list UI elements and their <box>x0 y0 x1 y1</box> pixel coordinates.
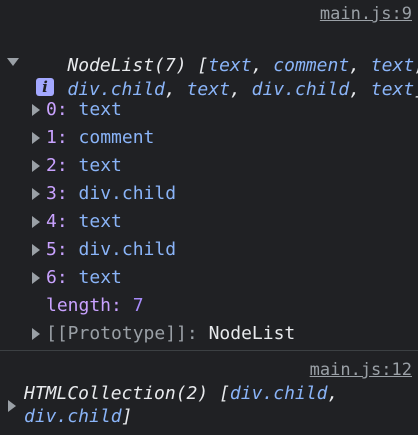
info-icon[interactable]: i <box>36 78 54 96</box>
summary-item: text <box>370 79 415 100</box>
expand-triangle-icon[interactable] <box>7 58 19 66</box>
entry-value: text <box>78 211 122 232</box>
expand-triangle-icon[interactable] <box>32 216 40 228</box>
expand-triangle-icon[interactable] <box>32 244 40 256</box>
expand-triangle-icon[interactable] <box>8 400 16 412</box>
expand-triangle-icon[interactable] <box>32 160 40 172</box>
list-item[interactable]: 1: comment <box>46 124 154 152</box>
entry-value: text <box>78 99 122 120</box>
entry-index: 4 <box>46 211 57 232</box>
list-item[interactable]: 5: div.child <box>46 236 176 264</box>
summary-item: text <box>186 79 230 100</box>
message-divider <box>0 350 418 351</box>
entry-value: div.child <box>78 239 177 260</box>
prototype-value: NodeList <box>208 323 296 344</box>
list-item[interactable]: 2: text <box>46 152 122 180</box>
entry-index: 2 <box>46 155 57 176</box>
summary-item: div.child <box>251 79 350 100</box>
length-label: length <box>46 295 112 316</box>
entry-index: 1 <box>46 127 57 148</box>
source-link[interactable]: main.js:9 <box>320 4 412 24</box>
list-item[interactable]: 0: text <box>46 96 122 124</box>
length-value: 7 <box>132 295 144 316</box>
expand-triangle-icon[interactable] <box>32 104 40 116</box>
entry-index: 3 <box>46 183 57 204</box>
htmlcollection-summary-line-2[interactable]: div.child] <box>24 403 132 431</box>
list-item[interactable]: 3: div.child <box>46 180 176 208</box>
entry-index: 0 <box>46 99 57 120</box>
source-link[interactable]: main.js:12 <box>310 360 412 380</box>
prototype-row[interactable]: [[Prototype]]: NodeList <box>46 320 295 348</box>
list-item[interactable]: 4: text <box>46 208 122 236</box>
expand-triangle-icon[interactable] <box>32 188 40 200</box>
entry-value: comment <box>78 127 155 148</box>
entry-value: text <box>78 267 122 288</box>
entry-value: div.child <box>78 183 177 204</box>
expand-triangle-icon[interactable] <box>32 132 40 144</box>
summary-item: div.child <box>229 383 328 404</box>
expand-triangle-icon[interactable] <box>32 328 40 340</box>
entry-index: 6 <box>46 267 57 288</box>
summary-prefix: HTMLCollection(2) [ <box>24 383 230 404</box>
length-property: length: 7 <box>46 295 144 316</box>
entry-index: 5 <box>46 239 57 260</box>
list-item[interactable]: 6: text <box>46 264 122 292</box>
entry-value: text <box>78 155 122 176</box>
summary-item: div.child <box>24 406 122 427</box>
prototype-label: [[Prototype]] <box>46 323 187 344</box>
expand-triangle-icon[interactable] <box>32 272 40 284</box>
